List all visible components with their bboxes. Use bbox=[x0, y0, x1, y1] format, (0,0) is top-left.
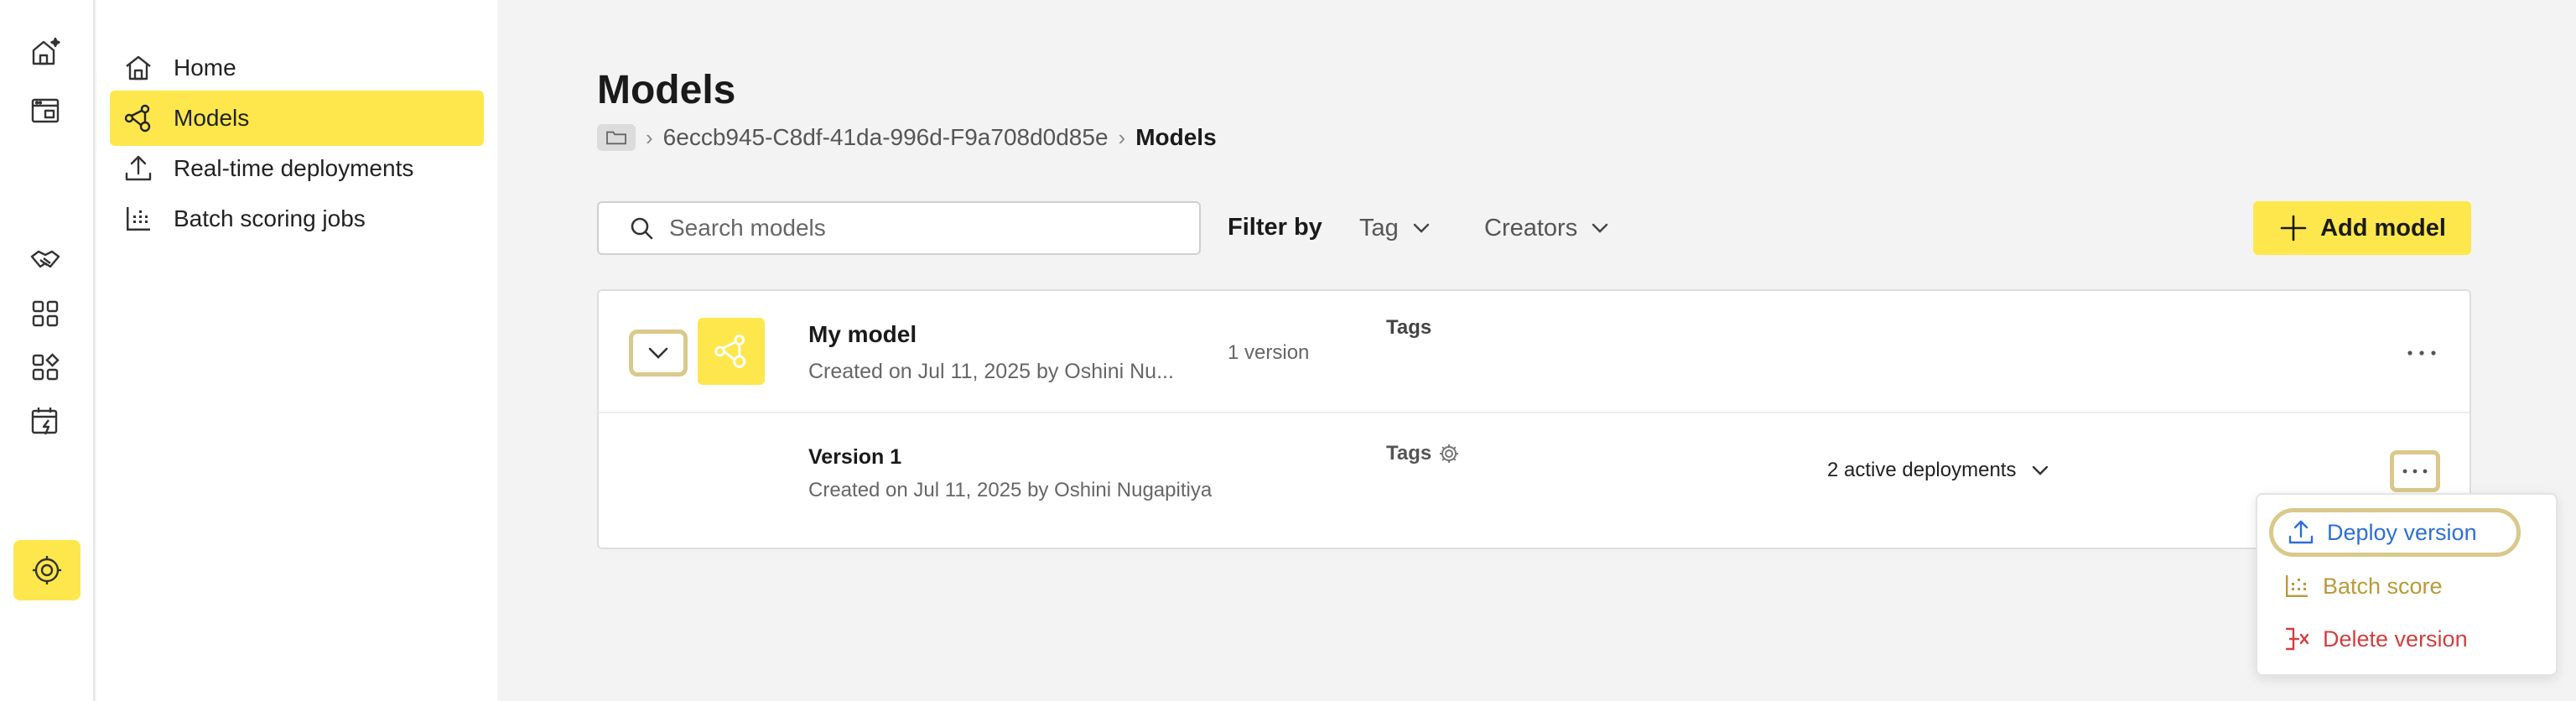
sidebar-item-batch-scoring-jobs[interactable]: Batch scoring jobs bbox=[110, 191, 484, 247]
page-title: Models bbox=[597, 68, 736, 112]
model-avatar bbox=[698, 318, 765, 385]
handshake-icon[interactable] bbox=[27, 241, 64, 278]
active-deployments-label: 2 active deployments bbox=[1827, 459, 2017, 481]
breadcrumb-current: Models bbox=[1135, 124, 1217, 150]
version-context-menu: Deploy version Batch score Delete versio… bbox=[2256, 493, 2558, 676]
gear-icon[interactable] bbox=[1438, 443, 1460, 465]
breadcrumb: › 6eccb945-C8df-41da-996d-F9a708d0d85e ›… bbox=[597, 121, 1217, 154]
upload-icon bbox=[2288, 520, 2314, 544]
creators-filter-dropdown[interactable]: Creators bbox=[1484, 210, 1611, 247]
filter-label: Filter by bbox=[1228, 214, 1322, 241]
more-horizontal-icon bbox=[2402, 469, 2428, 474]
search-box bbox=[597, 201, 1201, 255]
breadcrumb-project[interactable]: 6eccb945-C8df-41da-996d-F9a708d0d85e bbox=[663, 124, 1109, 151]
sidebar-item-label: Real-time deployments bbox=[174, 155, 414, 181]
model-tags-label: Tags bbox=[1386, 316, 1432, 339]
sidebar-item-label: Models bbox=[174, 105, 250, 131]
version-name: Version 1 bbox=[808, 445, 902, 469]
version-tags-label: Tags bbox=[1386, 442, 1432, 465]
models-icon bbox=[122, 101, 155, 135]
deploy-version-label: Deploy version bbox=[2327, 519, 2477, 545]
add-model-button[interactable]: Add model bbox=[2253, 201, 2471, 255]
home-icon bbox=[122, 51, 155, 85]
search-icon bbox=[631, 217, 653, 240]
home-ai-icon[interactable] bbox=[27, 34, 64, 70]
chevron-right-icon: › bbox=[1118, 124, 1126, 150]
chevron-down-icon bbox=[1592, 223, 1608, 233]
plus-icon bbox=[2280, 215, 2307, 241]
sidebar-item-real-time-deployments[interactable]: Real-time deployments bbox=[110, 141, 484, 196]
sidebar-item-label: Batch scoring jobs bbox=[174, 205, 366, 231]
model-more-button[interactable] bbox=[2402, 338, 2442, 368]
version-count: 1 version bbox=[1228, 341, 1310, 364]
upload-icon bbox=[122, 152, 155, 185]
batch-score-menu-item[interactable]: Batch score bbox=[2269, 562, 2443, 610]
sidebar-item-label: Home bbox=[174, 55, 236, 80]
chevron-down-icon bbox=[1413, 223, 1429, 233]
batch-icon bbox=[122, 202, 155, 236]
delete-version-menu-item[interactable]: Delete version bbox=[2269, 615, 2468, 663]
apps-add-icon[interactable] bbox=[27, 349, 64, 386]
version-tags: Tags bbox=[1386, 442, 1460, 465]
model-card: My model Created on Jul 11, 2025 by Oshi… bbox=[597, 289, 2471, 549]
folder-icon[interactable] bbox=[597, 124, 636, 151]
version-more-button[interactable] bbox=[2390, 450, 2440, 492]
model-meta: Created on Jul 11, 2025 by Oshini Nu... bbox=[808, 360, 1174, 383]
apps-grid-icon[interactable] bbox=[27, 295, 64, 332]
app-rail bbox=[0, 0, 95, 701]
tag-filter-dropdown[interactable]: Tag bbox=[1359, 210, 1432, 247]
calendar-bolt-icon[interactable] bbox=[27, 402, 64, 439]
models-icon bbox=[714, 335, 746, 368]
sidebar-item-models[interactable]: Models bbox=[110, 91, 484, 146]
batch-icon bbox=[2286, 575, 2308, 597]
delete-version-label: Delete version bbox=[2323, 626, 2468, 652]
deploy-version-menu-item[interactable]: Deploy version bbox=[2269, 508, 2521, 557]
creators-filter-label: Creators bbox=[1484, 214, 1578, 241]
chevron-down-icon bbox=[2033, 465, 2049, 475]
delete-icon bbox=[2285, 627, 2309, 651]
version-meta: Created on Jul 11, 2025 by Oshini Nugapi… bbox=[808, 479, 1213, 501]
more-horizontal-icon bbox=[2407, 350, 2436, 356]
divider bbox=[599, 412, 2470, 413]
expand-toggle-button[interactable] bbox=[629, 330, 688, 376]
chevron-down-icon bbox=[648, 347, 668, 359]
model-name[interactable]: My model bbox=[808, 321, 917, 348]
batch-score-label: Batch score bbox=[2323, 573, 2443, 599]
chevron-right-icon: › bbox=[646, 124, 653, 150]
model-settings-icon[interactable] bbox=[13, 540, 80, 600]
tag-filter-label: Tag bbox=[1359, 214, 1399, 241]
active-deployments-dropdown[interactable]: 2 active deployments bbox=[1827, 459, 2051, 482]
store-icon[interactable] bbox=[27, 92, 64, 129]
add-model-label: Add model bbox=[2320, 214, 2446, 241]
search-input[interactable] bbox=[669, 215, 1172, 241]
sidebar: Home Models Real-time deployments Batch … bbox=[96, 0, 497, 701]
sidebar-item-home[interactable]: Home bbox=[110, 40, 484, 96]
